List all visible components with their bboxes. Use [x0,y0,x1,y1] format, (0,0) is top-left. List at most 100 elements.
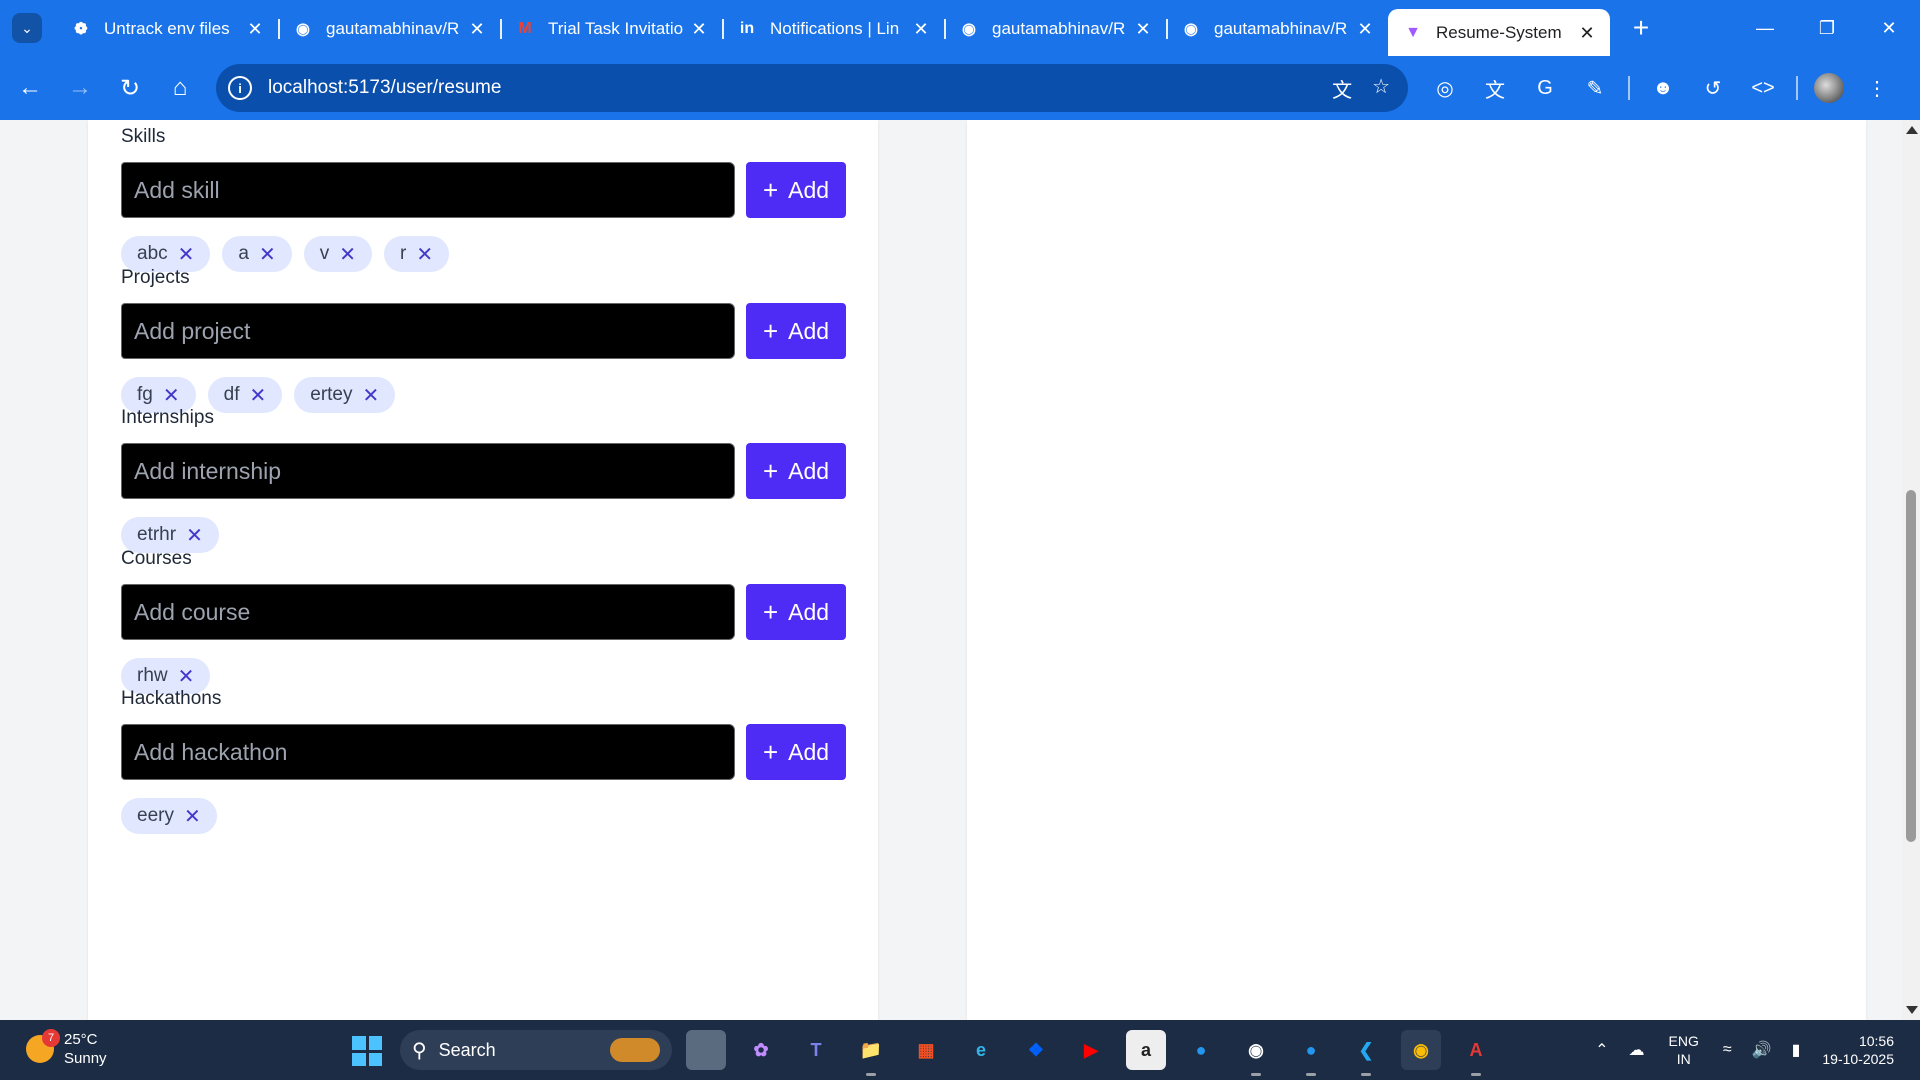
browser-tab[interactable]: M Trial Task Invitatio ✕ [500,9,724,49]
add-projects-button[interactable]: + Add [746,303,846,359]
wifi-icon[interactable]: ≈ [1723,1041,1732,1059]
add-internships-button[interactable]: + Add [746,443,846,499]
add-skills-button[interactable]: + Add [746,162,846,218]
tab-title: gautamabhinav/R [326,19,460,38]
close-icon[interactable]: ✕ [1132,19,1154,40]
plus-icon: + [762,597,779,627]
task-view-icon[interactable] [686,1030,726,1070]
remove-chip-icon[interactable]: ✕ [163,383,180,408]
extensions-puzzle-icon[interactable]: ✎ [1578,68,1612,108]
remove-chip-icon[interactable]: ✕ [249,383,266,408]
penguin-app-icon[interactable]: ◉ [1236,1030,1276,1076]
close-icon[interactable]: ✕ [244,19,266,40]
history-icon[interactable]: ↺ [1696,68,1730,108]
volume-icon[interactable]: 🔊 [1752,1040,1772,1060]
close-icon[interactable]: ✕ [466,19,488,40]
address-bar[interactable]: i localhost:5173/user/resume 文 ☆ [216,64,1408,112]
devtools-code-icon[interactable]: <> [1746,68,1780,108]
remove-chip-icon[interactable]: ✕ [339,242,356,267]
close-icon[interactable]: ✕ [1354,19,1376,40]
restore-icon[interactable]: ❐ [1796,0,1858,56]
language-code: ENG [1668,1033,1699,1049]
github-icon: ◉ [1184,21,1198,38]
skills-input[interactable] [121,162,735,218]
windows-start-icon[interactable] [352,1036,382,1066]
chevron-up-icon[interactable]: ⌃ [1595,1040,1608,1060]
chip-label: eery [137,805,174,826]
page-scrollbar[interactable] [1902,120,1920,1020]
dropbox-icon[interactable]: ❖ [1016,1030,1056,1070]
courses-input[interactable] [121,584,735,640]
language-indicator[interactable]: ENG IN [1669,1032,1699,1068]
browser-tab[interactable]: in Notifications | Lin ✕ [722,9,946,49]
tab-search-button[interactable]: ⌄ [12,13,42,43]
remove-chip-icon[interactable]: ✕ [178,664,195,689]
battery-icon[interactable]: ▮ [1792,1040,1801,1060]
extension-target-icon[interactable]: ◎ [1428,68,1462,108]
menu-kebab-icon[interactable]: ⋮ [1860,68,1894,108]
browser-tab[interactable]: ◉ gautamabhinav/R ✕ [944,9,1168,49]
translate-icon[interactable]: 文 [1332,74,1352,103]
home-icon[interactable]: ⌂ [160,68,200,108]
chrome-icon[interactable]: ◉ [1401,1030,1441,1070]
chip-label: df [223,384,240,405]
close-icon[interactable]: ✕ [910,19,932,40]
minimize-icon[interactable]: — [1734,0,1796,56]
incognito-icon[interactable]: ☻ [1646,68,1680,108]
toolbar-divider [1628,76,1630,100]
browser-tab[interactable]: ◉ gautamabhinav/R ✕ [278,9,502,49]
scroll-down-icon[interactable] [1906,1006,1918,1014]
amazon-icon[interactable]: a [1126,1030,1166,1070]
microsoft-store-icon[interactable]: ▦ [906,1030,946,1070]
remove-chip-icon[interactable]: ✕ [186,523,203,548]
back-icon[interactable]: ← [10,68,50,108]
weather-widget[interactable]: 7 25°C Sunny [26,1029,107,1068]
remove-chip-icon[interactable]: ✕ [363,383,380,408]
bookmark-star-icon[interactable]: ☆ [1372,74,1390,103]
extension-translate-icon[interactable]: 文 [1478,68,1512,108]
page-viewport: Skills+Addabc✕a✕v✕r✕Projects+Addfg✕df✕er… [0,120,1902,1020]
plus-icon: + [762,316,779,346]
close-window-icon[interactable]: ✕ [1858,0,1920,56]
onedrive-cloud-icon[interactable]: ☁ [1629,1040,1645,1060]
browser-tab[interactable]: ❁ Untrack env files ✕ [56,9,280,49]
remove-chip-icon[interactable]: ✕ [184,804,201,829]
youtube-icon[interactable]: ▶ [1071,1030,1111,1070]
teams-icon[interactable]: T [796,1030,836,1070]
scrollbar-thumb[interactable] [1906,490,1916,842]
site-info-icon[interactable]: i [228,76,252,100]
scroll-up-icon[interactable] [1906,126,1918,134]
hackathons-input[interactable] [121,724,735,780]
remove-chip-icon[interactable]: ✕ [416,242,433,267]
vite-icon: ▼ [1405,24,1421,41]
reload-icon[interactable]: ↻ [110,68,150,108]
remove-chip-icon[interactable]: ✕ [259,242,276,267]
edge-icon[interactable]: e [961,1030,1001,1070]
file-explorer-icon[interactable]: 📁 [851,1030,891,1076]
browser-tab[interactable]: ◉ gautamabhinav/R ✕ [1166,9,1388,49]
acrobat-icon[interactable]: A [1456,1030,1496,1076]
docker-icon[interactable]: ● [1181,1030,1221,1070]
taskbar-search[interactable]: ⚲ Search [400,1030,672,1070]
internships-input[interactable] [121,443,735,499]
url-text[interactable]: localhost:5173/user/resume [268,77,501,99]
projects-input[interactable] [121,303,735,359]
copilot-icon[interactable]: ✿ [741,1030,781,1070]
add-hackathons-button[interactable]: + Add [746,724,846,780]
chip-label: v [319,243,330,264]
browser-tab[interactable]: ▼ Resume-System ✕ [1388,9,1610,57]
clock-date: 19-10-2025 [1822,1051,1894,1067]
taskbar-apps: ✿ T 📁 ▦ e ❖ ▶ a ● ◉ ● ❮ ◉ A [686,1030,1496,1076]
remove-chip-icon[interactable]: ✕ [178,242,195,267]
new-tab-button[interactable]: + [1626,12,1656,44]
add-courses-button[interactable]: + Add [746,584,846,640]
close-icon[interactable]: ✕ [1576,23,1598,44]
vscode-icon[interactable]: ❮ [1346,1030,1386,1076]
clock[interactable]: 10:56 19-10-2025 [1822,1032,1894,1068]
forward-icon[interactable]: → [60,68,100,108]
google-translate-icon[interactable]: G [1528,68,1562,108]
profile-avatar[interactable] [1814,73,1844,103]
add-button-label: Add [788,598,830,625]
docker-desktop-icon[interactable]: ● [1291,1030,1331,1076]
close-icon[interactable]: ✕ [688,19,710,40]
